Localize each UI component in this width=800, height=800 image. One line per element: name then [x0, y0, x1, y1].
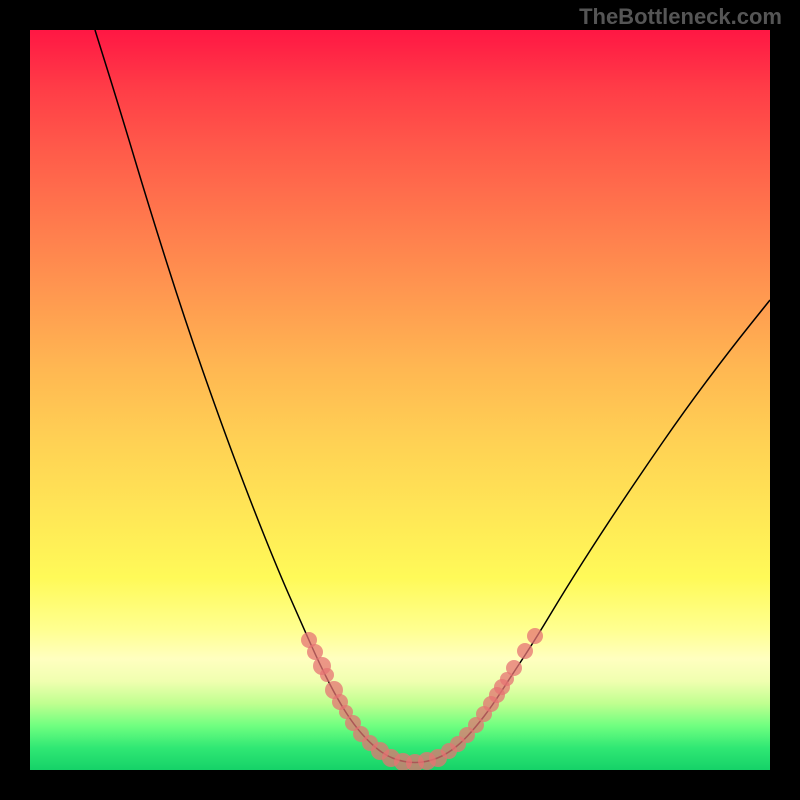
chart-background: [30, 30, 770, 770]
chart-svg: [30, 30, 770, 770]
data-marker: [320, 668, 334, 682]
data-marker: [527, 628, 543, 644]
marker-group: [301, 628, 543, 770]
watermark-text: TheBottleneck.com: [579, 4, 782, 30]
bottleneck-curve: [95, 30, 770, 763]
data-marker: [517, 643, 533, 659]
data-marker: [506, 660, 522, 676]
